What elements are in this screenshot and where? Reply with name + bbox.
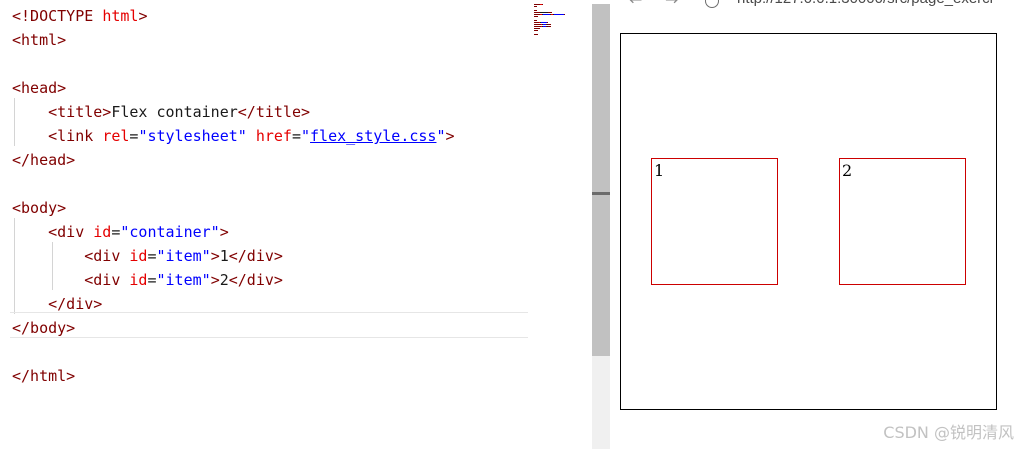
minimap[interactable] — [534, 4, 584, 38]
minimap-stroke — [534, 6, 537, 7]
code-token-text: 1 — [219, 247, 229, 265]
code-editor[interactable]: <!DOCTYPE html> <html> <head> <title>Flex … — [0, 0, 592, 449]
code-token-text: = — [147, 247, 157, 265]
code-token-tag: </html> — [12, 367, 76, 385]
arrow-left-icon[interactable]: ← — [629, 0, 642, 9]
code-token-tag: <!DOCTYPE — [12, 7, 103, 25]
minimap-stroke — [534, 28, 540, 29]
code-token-text: 2 — [219, 271, 229, 289]
code-token-text: Flex container — [111, 103, 238, 121]
code-token-link[interactable]: flex_style.css — [310, 127, 436, 145]
code-token-tag: </div> — [228, 247, 283, 265]
scrollbar-thumb[interactable] — [592, 4, 610, 356]
code-token-tag: <link — [12, 127, 103, 145]
code-line[interactable]: <!DOCTYPE html> — [12, 4, 147, 28]
minimap-stroke — [534, 34, 538, 35]
code-token-text: = — [291, 127, 301, 145]
code-token-val: "container" — [120, 223, 220, 241]
code-token-tag: > — [138, 7, 148, 25]
code-line[interactable]: </head> — [12, 148, 75, 172]
code-token-val: " — [301, 127, 311, 145]
code-token-tag: > — [445, 127, 455, 145]
minimap-stroke — [548, 26, 551, 27]
scrollbar-position-marker — [592, 192, 610, 195]
flex-container-box: 1 2 — [620, 33, 997, 410]
minimap-stroke — [534, 30, 538, 31]
code-token-tag: <title> — [12, 103, 112, 121]
code-token-tag: <div — [12, 223, 94, 241]
code-token-val: " — [436, 127, 446, 145]
minimap-stroke — [534, 20, 537, 21]
code-token-tag: <html> — [12, 31, 67, 49]
code-token-tag: </body> — [12, 319, 76, 337]
browser-nav-bar: ← → http://127.0.0.1:30000/src/page_exer… — [611, 0, 1018, 12]
code-token-tag: > — [219, 223, 229, 241]
code-token-val: "stylesheet" — [138, 127, 247, 145]
code-token-tag: > — [210, 247, 220, 265]
code-token-tag: > — [210, 271, 220, 289]
code-token-attr: href — [255, 127, 292, 145]
code-line[interactable]: </html> — [12, 364, 75, 388]
code-line[interactable]: <link rel="stylesheet" href="flex_style.… — [12, 124, 455, 148]
code-token-tag: <body> — [12, 199, 67, 217]
minimap-stroke — [564, 14, 565, 15]
minimap-stroke — [542, 4, 543, 5]
info-circle-icon[interactable] — [705, 0, 719, 8]
code-token-attr: rel — [102, 127, 130, 145]
minimap-stroke — [547, 22, 548, 23]
code-token-val: "item" — [156, 271, 211, 289]
minimap-stroke — [548, 12, 552, 13]
minimap-stroke — [534, 10, 537, 11]
flex-item-label: 2 — [842, 161, 853, 180]
code-line[interactable]: </body> — [12, 316, 75, 340]
code-token-tag: </title> — [237, 103, 311, 121]
code-token-attr: id — [129, 271, 148, 289]
code-token-tag: <div — [12, 271, 130, 289]
code-token-tag: <div — [12, 247, 130, 265]
arrow-right-icon[interactable]: → — [665, 0, 678, 9]
code-token-text: = — [147, 271, 157, 289]
code-token-attr: id — [129, 247, 148, 265]
code-token-tag: <head> — [12, 79, 67, 97]
code-token-tag: </head> — [12, 151, 76, 169]
minimap-stroke — [534, 24, 541, 25]
flex-item-label: 1 — [654, 161, 665, 180]
code-line[interactable]: <div id="item">2</div> — [12, 268, 283, 292]
minimap-stroke — [555, 14, 563, 15]
code-token-attr: id — [93, 223, 112, 241]
code-token-tag: </div> — [228, 271, 283, 289]
minimap-stroke — [540, 12, 548, 13]
code-token-attr: html — [102, 7, 139, 25]
flex-item-1: 1 — [651, 158, 778, 285]
browser-preview: ← → http://127.0.0.1:30000/src/page_exer… — [611, 0, 1018, 449]
code-token-tag: </div> — [12, 295, 103, 313]
editor-scrollbar[interactable] — [592, 4, 610, 449]
code-line[interactable]: <title>Flex container</title> — [12, 100, 310, 124]
code-line[interactable]: <body> — [12, 196, 66, 220]
code-line[interactable]: <head> — [12, 76, 66, 100]
code-token-val: "item" — [156, 247, 211, 265]
flex-item-2: 2 — [839, 158, 966, 285]
csdn-watermark: CSDN @锐明清风 — [883, 423, 1014, 442]
minimap-stroke — [534, 16, 538, 17]
minimap-stroke — [543, 14, 550, 15]
code-line[interactable]: <html> — [12, 28, 66, 52]
code-line[interactable]: <div id="item">1</div> — [12, 244, 283, 268]
code-line[interactable]: <div id="container"> — [12, 220, 229, 244]
code-line[interactable]: </div> — [12, 292, 102, 316]
minimap-stroke — [534, 26, 541, 27]
minimap-stroke — [548, 24, 551, 25]
address-bar-url[interactable]: http://127.0.0.1:30000/src/page_exerci — [737, 0, 993, 10]
